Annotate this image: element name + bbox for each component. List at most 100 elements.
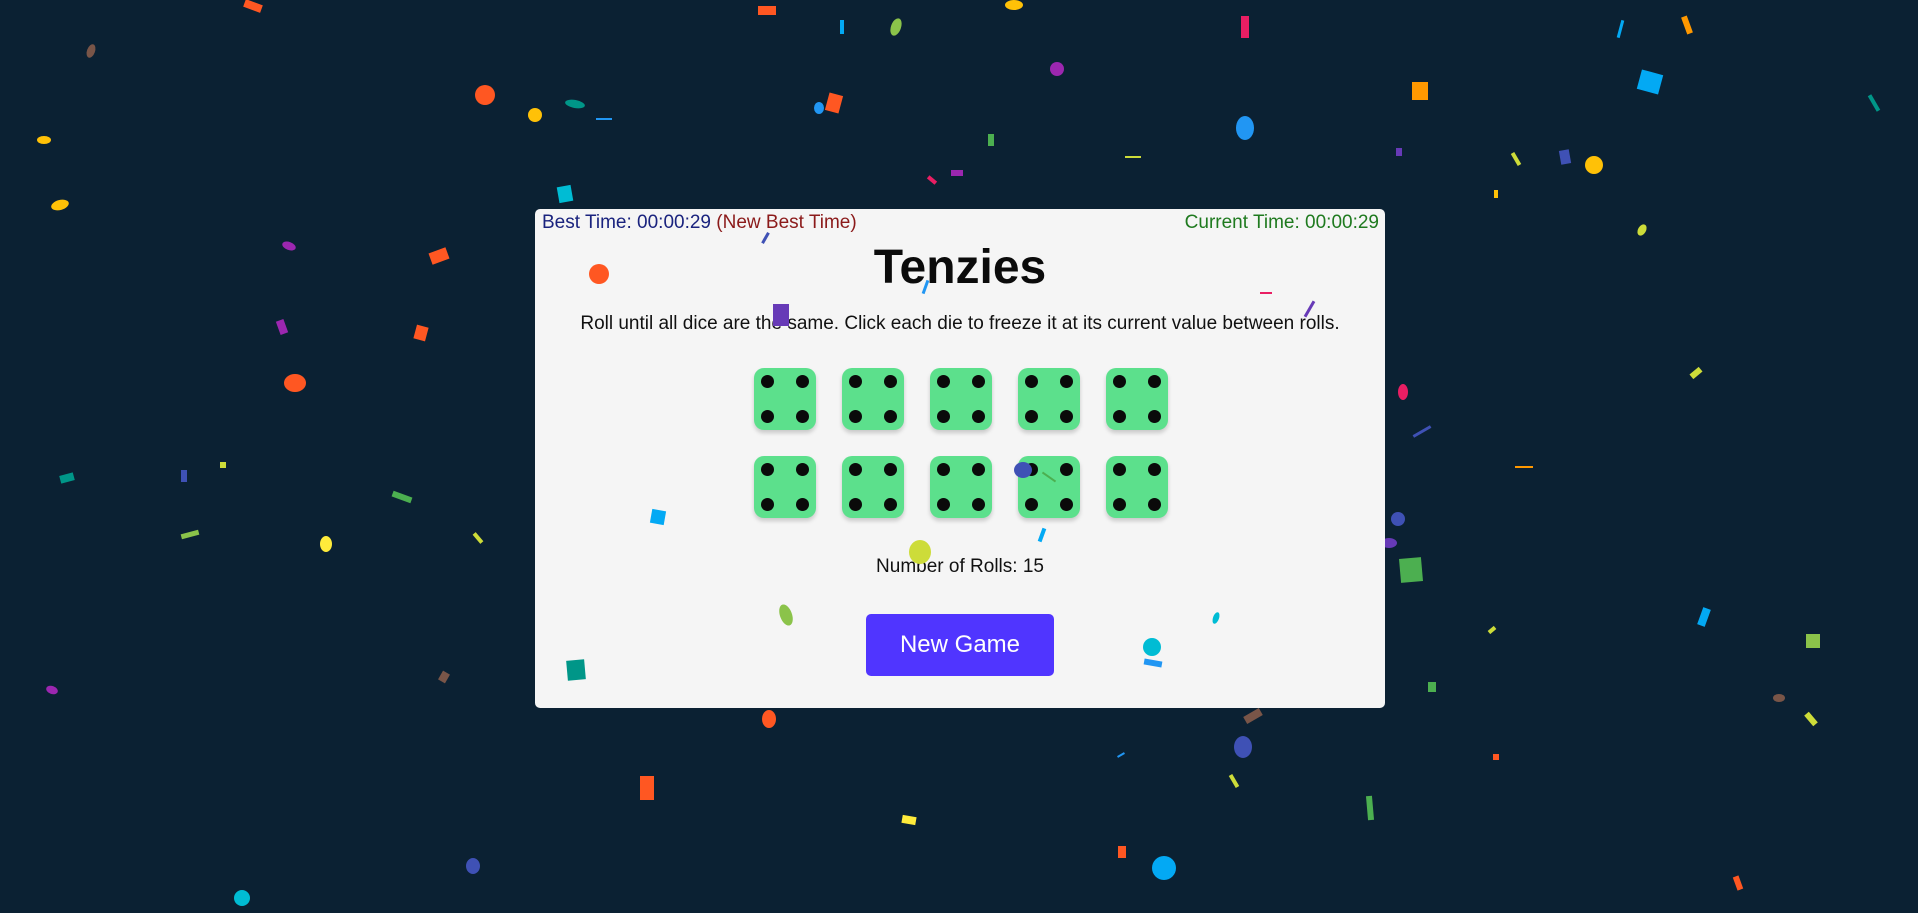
dice-grid xyxy=(754,368,1168,518)
die-7[interactable] xyxy=(842,456,904,518)
confetti-piece xyxy=(1412,425,1432,438)
pip xyxy=(1113,463,1126,476)
pip xyxy=(1148,498,1161,511)
die-2[interactable] xyxy=(842,368,904,430)
confetti-piece xyxy=(391,490,413,504)
current-time: Current Time: 00:00:29 xyxy=(1184,212,1379,233)
confetti-piece xyxy=(901,814,917,826)
confetti-piece xyxy=(1773,694,1785,702)
confetti-piece xyxy=(640,776,654,800)
confetti-piece xyxy=(59,472,75,484)
pip xyxy=(1025,410,1038,423)
pip xyxy=(1148,375,1161,388)
confetti-piece xyxy=(1125,156,1141,158)
pip xyxy=(1060,463,1073,476)
confetti-piece xyxy=(1689,366,1703,380)
confetti-piece xyxy=(243,0,263,13)
confetti-piece xyxy=(1515,466,1533,468)
best-time: Best Time: 00:00:29 (New Best Time) xyxy=(542,212,857,234)
confetti-piece xyxy=(50,197,70,213)
confetti-piece xyxy=(951,170,963,176)
die-1[interactable] xyxy=(754,368,816,430)
pip xyxy=(884,375,897,388)
confetti-piece xyxy=(1398,384,1408,400)
confetti-piece xyxy=(1697,607,1711,627)
confetti-piece xyxy=(1365,795,1375,821)
confetti-piece xyxy=(284,374,306,392)
rolls-counter: Number of Rolls: 15 xyxy=(876,556,1044,577)
confetti-piece xyxy=(1493,754,1499,760)
confetti-piece xyxy=(1494,190,1498,198)
pip xyxy=(1060,410,1073,423)
confetti-piece xyxy=(1396,148,1402,156)
pip xyxy=(796,375,809,388)
confetti-piece xyxy=(1005,0,1023,10)
pip xyxy=(1025,498,1038,511)
die-10[interactable] xyxy=(1106,456,1168,518)
confetti-piece xyxy=(466,858,480,874)
confetti-piece xyxy=(1616,19,1625,39)
pip xyxy=(937,498,950,511)
confetti-piece xyxy=(564,98,586,110)
instructions: Roll until all dice are the same. Click … xyxy=(580,313,1340,334)
confetti-piece xyxy=(888,16,904,38)
pip xyxy=(884,463,897,476)
confetti-piece xyxy=(1228,773,1240,789)
confetti-piece xyxy=(1391,512,1405,526)
confetti-piece xyxy=(1398,557,1424,583)
pip xyxy=(796,463,809,476)
confetti-piece xyxy=(556,184,574,204)
pip xyxy=(1113,498,1126,511)
pip xyxy=(1113,375,1126,388)
confetti-piece xyxy=(1050,62,1064,76)
confetti-piece xyxy=(472,532,484,544)
confetti-piece xyxy=(320,536,332,552)
best-time-label: Best Time: 00:00:29 xyxy=(542,212,711,233)
confetti-piece xyxy=(84,43,98,59)
die-8[interactable] xyxy=(930,456,992,518)
confetti-piece xyxy=(1243,708,1263,724)
pip xyxy=(1025,375,1038,388)
pip xyxy=(1148,410,1161,423)
confetti-piece xyxy=(44,684,60,696)
confetti-piece xyxy=(1585,156,1603,174)
confetti-piece xyxy=(814,102,824,114)
confetti-piece xyxy=(413,324,429,342)
pip xyxy=(972,410,985,423)
pip xyxy=(972,498,985,511)
confetti-piece xyxy=(1487,625,1497,635)
confetti-piece xyxy=(1804,711,1818,727)
pip xyxy=(1060,375,1073,388)
new-game-button[interactable]: New Game xyxy=(866,614,1054,676)
confetti-piece xyxy=(762,710,776,728)
confetti-piece xyxy=(1412,82,1428,100)
confetti-piece xyxy=(1117,752,1125,758)
die-5[interactable] xyxy=(1106,368,1168,430)
confetti-piece xyxy=(824,92,844,114)
confetti-piece xyxy=(475,85,495,105)
confetti-piece xyxy=(840,20,844,34)
pip xyxy=(849,375,862,388)
pip xyxy=(761,410,774,423)
die-4[interactable] xyxy=(1018,368,1080,430)
die-6[interactable] xyxy=(754,456,816,518)
pip xyxy=(972,375,985,388)
confetti-piece xyxy=(1636,69,1664,95)
die-3[interactable] xyxy=(930,368,992,430)
confetti-piece xyxy=(1558,149,1572,165)
confetti-piece xyxy=(281,239,297,253)
confetti-piece xyxy=(275,319,289,335)
confetti-piece xyxy=(758,6,776,15)
pip xyxy=(849,410,862,423)
pip xyxy=(849,463,862,476)
confetti-piece xyxy=(37,136,51,144)
confetti-piece xyxy=(1681,15,1693,35)
confetti-piece xyxy=(1806,634,1820,648)
pip xyxy=(937,410,950,423)
confetti-piece xyxy=(1635,222,1649,238)
pip xyxy=(1148,463,1161,476)
confetti-piece xyxy=(438,670,450,684)
die-9[interactable] xyxy=(1018,456,1080,518)
pip xyxy=(761,375,774,388)
confetti-piece xyxy=(181,470,187,482)
